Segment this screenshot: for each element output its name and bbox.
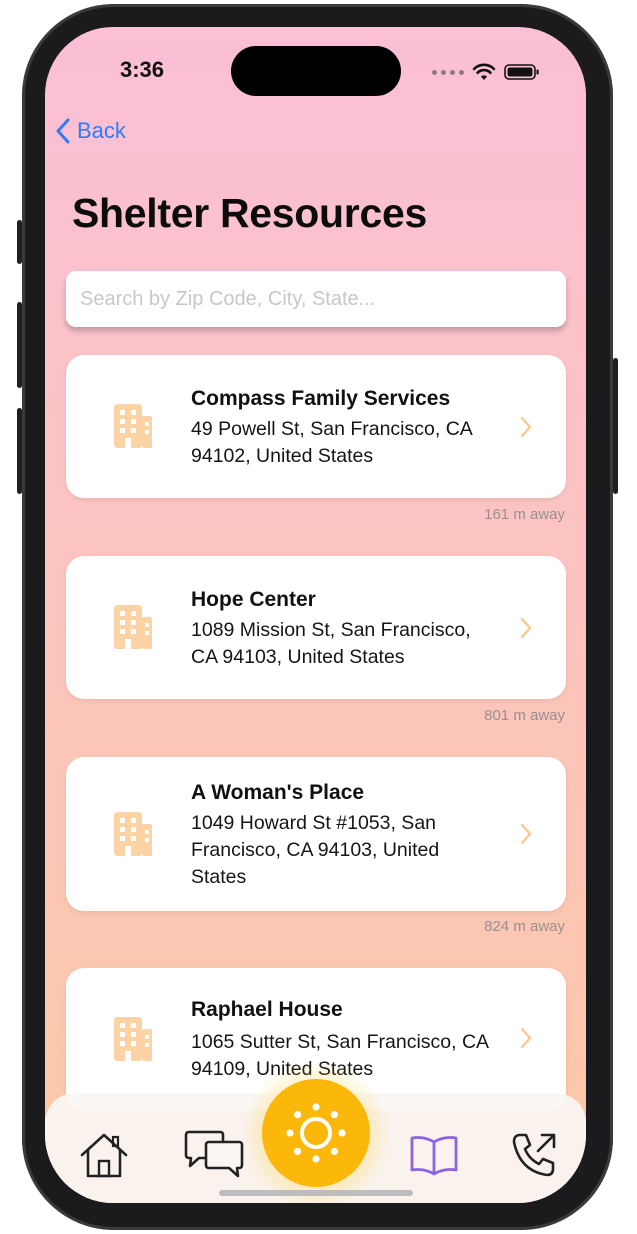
- chevron-right-icon: [520, 1027, 532, 1049]
- phone-outgoing-icon[interactable]: [510, 1131, 558, 1179]
- chevron-right-icon: [520, 823, 532, 845]
- shelter-card[interactable]: Hope Center 1089 Mission St, San Francis…: [66, 556, 566, 699]
- shelter-name: Hope Center: [191, 588, 316, 611]
- shelter-name: Raphael House: [191, 998, 343, 1021]
- building-icon: [114, 605, 152, 649]
- shelter-address: 1089 Mission St, San Francisco, CA 94103…: [191, 619, 471, 668]
- chat-bubbles-icon[interactable]: [182, 1129, 246, 1179]
- shelter-address: 49 Powell St, San Francisco, CA 94102, U…: [191, 418, 472, 467]
- chevron-right-icon: [520, 617, 532, 639]
- battery-icon: [504, 64, 539, 80]
- page-title: Shelter Resources: [72, 190, 427, 236]
- wifi-icon: [472, 63, 496, 80]
- cellular-signal-icon: [432, 69, 464, 75]
- shelter-card[interactable]: A Woman's Place 1049 Howard St #1053, Sa…: [66, 757, 566, 911]
- building-icon: [114, 404, 152, 448]
- chevron-right-icon: [520, 416, 532, 438]
- search-bar[interactable]: [66, 271, 566, 327]
- shelter-distance: 801 m away: [484, 707, 565, 724]
- shelter-card[interactable]: Compass Family Services 49 Powell St, Sa…: [66, 355, 566, 498]
- status-time: 3:36: [120, 57, 165, 82]
- building-icon: [114, 812, 152, 856]
- sun-icon: [286, 1103, 346, 1163]
- back-label: Back: [77, 118, 126, 143]
- shelter-name: A Woman's Place: [191, 781, 365, 804]
- status-icons: [432, 60, 540, 84]
- sun-fab-button[interactable]: [262, 1079, 370, 1187]
- chevron-left-icon: [56, 118, 70, 144]
- book-icon[interactable]: [408, 1134, 460, 1176]
- volume-down-button: [17, 408, 22, 494]
- volume-up-button: [17, 302, 22, 388]
- shelter-distance: 824 m away: [484, 918, 565, 935]
- shelter-name: Compass Family Services: [191, 387, 451, 410]
- shelter-address: 1049 Howard St #1053, San Francisco, CA …: [191, 812, 440, 888]
- app-screen: 3:36 Back Shelter Resources Search by Zi…: [45, 27, 586, 1203]
- dynamic-island: [231, 46, 401, 96]
- home-indicator: [219, 1190, 413, 1196]
- building-icon: [114, 1017, 152, 1061]
- search-input[interactable]: [80, 287, 552, 311]
- back-button[interactable]: Back: [55, 117, 126, 145]
- silent-switch: [17, 220, 22, 264]
- power-button: [613, 358, 618, 494]
- shelter-distance: 161 m away: [484, 506, 565, 523]
- home-icon[interactable]: [78, 1131, 130, 1179]
